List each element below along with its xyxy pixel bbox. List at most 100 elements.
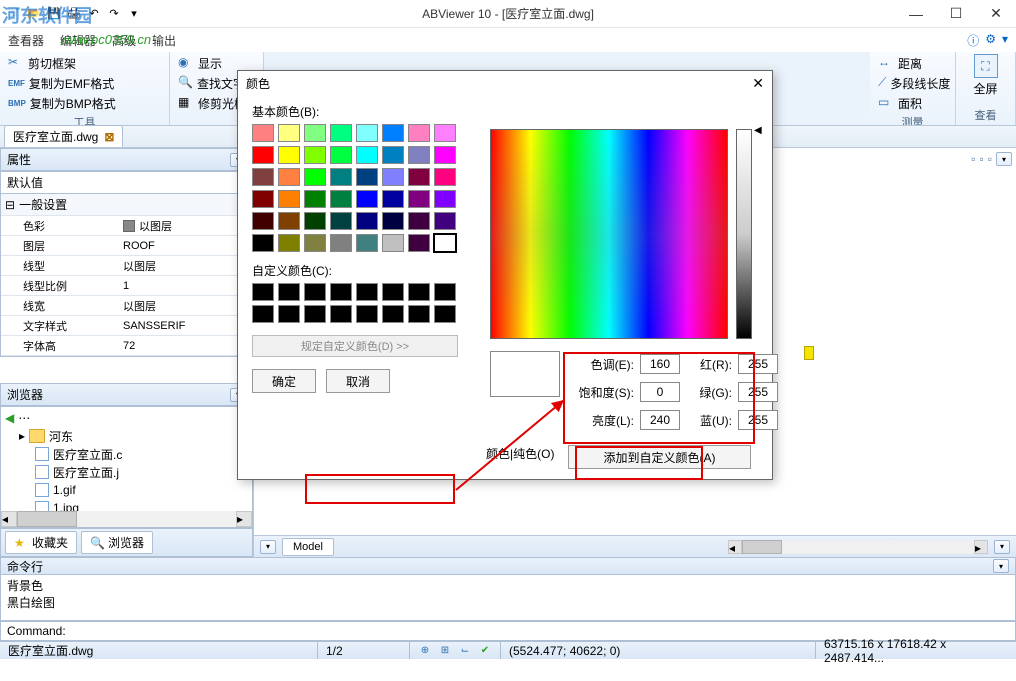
color-swatch[interactable] — [382, 190, 404, 208]
canvas-view-icons[interactable]: ▫▫▫ — [971, 152, 992, 166]
color-swatch[interactable] — [356, 146, 378, 164]
color-swatch[interactable] — [382, 234, 404, 252]
color-spectrum[interactable] — [490, 129, 728, 339]
color-swatch[interactable] — [408, 234, 430, 252]
properties-category[interactable]: ⊟一般设置 — [1, 194, 252, 216]
menu-advanced[interactable]: 高级 — [112, 32, 136, 49]
panel-tab-favorites[interactable]: ★收藏夹 — [5, 531, 77, 554]
color-swatch[interactable] — [278, 212, 300, 230]
model-tab[interactable]: Model — [282, 538, 334, 556]
luminance-slider[interactable] — [736, 129, 752, 339]
commandline-dropdown-icon[interactable]: ▾ — [993, 559, 1009, 573]
color-swatch[interactable] — [252, 124, 274, 142]
color-swatch[interactable] — [382, 168, 404, 186]
canvas-dropdown-icon[interactable]: ▾ — [996, 152, 1012, 166]
color-swatch[interactable] — [252, 146, 274, 164]
color-swatch[interactable] — [304, 146, 326, 164]
add-to-custom-button[interactable]: 添加到自定义颜色(A) — [568, 445, 751, 469]
color-swatch[interactable] — [356, 168, 378, 186]
color-swatch[interactable] — [408, 190, 430, 208]
close-button[interactable]: ✕ — [976, 0, 1016, 28]
ribbon-area[interactable]: ▭面积 — [878, 94, 947, 112]
qat-undo-icon[interactable]: ↶ — [86, 6, 102, 22]
help-settings-icon[interactable]: ⚙ — [985, 32, 996, 49]
color-swatch[interactable] — [278, 234, 300, 252]
color-swatch[interactable] — [278, 146, 300, 164]
qat-dropdown-icon[interactable]: ▾ — [126, 6, 142, 22]
property-row[interactable]: 线型以图层 — [1, 256, 252, 276]
ribbon-copy-bmp[interactable]: BMP复制为BMP格式 — [8, 94, 161, 112]
color-swatch[interactable] — [434, 146, 456, 164]
color-swatch[interactable] — [434, 190, 456, 208]
qat-open-icon[interactable]: 📂 — [26, 6, 42, 22]
color-swatch[interactable] — [304, 190, 326, 208]
minimize-button[interactable]: — — [896, 0, 936, 28]
color-swatch[interactable] — [252, 190, 274, 208]
qat-print-icon[interactable]: 🖨 — [66, 6, 82, 22]
canvas-hscrollbar[interactable]: ◂▸ — [728, 540, 988, 554]
red-input[interactable] — [738, 354, 778, 374]
sat-input[interactable] — [640, 382, 680, 402]
menu-editor[interactable]: 编辑器 — [60, 32, 96, 49]
color-swatch[interactable] — [434, 124, 456, 142]
color-swatch[interactable] — [330, 234, 352, 252]
ribbon-cut-frame[interactable]: ✂剪切框架 — [8, 54, 161, 72]
property-row[interactable]: 线型比例1 — [1, 276, 252, 296]
lum-input[interactable] — [640, 410, 680, 430]
property-row[interactable]: 色彩以图层 — [1, 216, 252, 236]
ribbon-copy-emf[interactable]: EMF复制为EMF格式 — [8, 74, 161, 92]
color-swatch[interactable] — [356, 212, 378, 230]
file-tab-close-icon[interactable]: ⊠ — [104, 130, 114, 144]
tree-file[interactable]: 医疗室立面.c — [5, 445, 248, 463]
tree-file[interactable]: 医疗室立面.j — [5, 463, 248, 481]
color-swatch[interactable] — [408, 146, 430, 164]
color-swatch[interactable] — [278, 168, 300, 186]
menu-viewer[interactable]: 查看器 — [8, 32, 44, 49]
color-swatch[interactable] — [356, 234, 378, 252]
dialog-close-button[interactable]: ✕ — [752, 75, 764, 92]
ok-button[interactable]: 确定 — [252, 369, 316, 393]
color-swatch[interactable] — [382, 212, 404, 230]
panel-tab-browser[interactable]: 🔍浏览器 — [81, 531, 153, 554]
qat-save-icon[interactable]: 💾 — [46, 6, 62, 22]
color-swatch[interactable] — [382, 146, 404, 164]
properties-default-combo[interactable]: 默认值▾ — [0, 171, 253, 194]
color-swatch[interactable] — [304, 124, 326, 142]
property-row[interactable]: 图层ROOF — [1, 236, 252, 256]
layout-dropdown-icon[interactable]: ▾ — [260, 540, 276, 554]
color-swatch[interactable] — [304, 168, 326, 186]
menu-output[interactable]: 输出 — [152, 32, 176, 49]
file-tab-active[interactable]: 医疗室立面.dwg ⊠ — [4, 125, 123, 147]
green-input[interactable] — [738, 382, 778, 402]
help-dropdown-icon[interactable]: ▾ — [1002, 32, 1008, 49]
maximize-button[interactable]: ☐ — [936, 0, 976, 28]
color-swatch[interactable] — [356, 190, 378, 208]
color-swatch[interactable] — [278, 190, 300, 208]
color-swatch[interactable] — [330, 146, 352, 164]
color-swatch[interactable] — [330, 190, 352, 208]
color-swatch[interactable] — [408, 212, 430, 230]
color-swatch[interactable] — [434, 168, 456, 186]
color-swatch[interactable] — [330, 212, 352, 230]
tree-file[interactable]: 1.gif — [5, 481, 248, 499]
file-tree[interactable]: ◀⋯ ▸河东 医疗室立面.c医疗室立面.j1.gif1.jpg — [1, 407, 252, 511]
cancel-button[interactable]: 取消 — [326, 369, 390, 393]
tree-folder[interactable]: ▸河东 — [5, 427, 248, 445]
property-row[interactable]: 线宽以图层 — [1, 296, 252, 316]
blue-input[interactable] — [738, 410, 778, 430]
color-swatch[interactable] — [408, 124, 430, 142]
ribbon-polyline-length[interactable]: ⟋多段线长度 — [878, 74, 947, 92]
color-swatch[interactable] — [434, 212, 456, 230]
layout-dropdown2-icon[interactable]: ▾ — [994, 540, 1010, 554]
color-swatch[interactable] — [408, 168, 430, 186]
tree-file[interactable]: 1.jpg — [5, 499, 248, 511]
color-swatch[interactable] — [304, 234, 326, 252]
qat-redo-icon[interactable]: ↷ — [106, 6, 122, 22]
ribbon-distance[interactable]: ↔距离 — [878, 54, 947, 72]
status-mode-icons[interactable]: ⊕⊞⌙✔ — [410, 642, 501, 659]
ribbon-fullscreen[interactable]: ⛶ 全屏 — [962, 54, 1010, 97]
qat-new-icon[interactable]: 📄 — [6, 6, 22, 22]
tree-back[interactable]: ◀⋯ — [5, 409, 248, 427]
hue-input[interactable] — [640, 354, 680, 374]
commandline-history[interactable]: 背景色 黑白绘图 — [0, 575, 1016, 621]
